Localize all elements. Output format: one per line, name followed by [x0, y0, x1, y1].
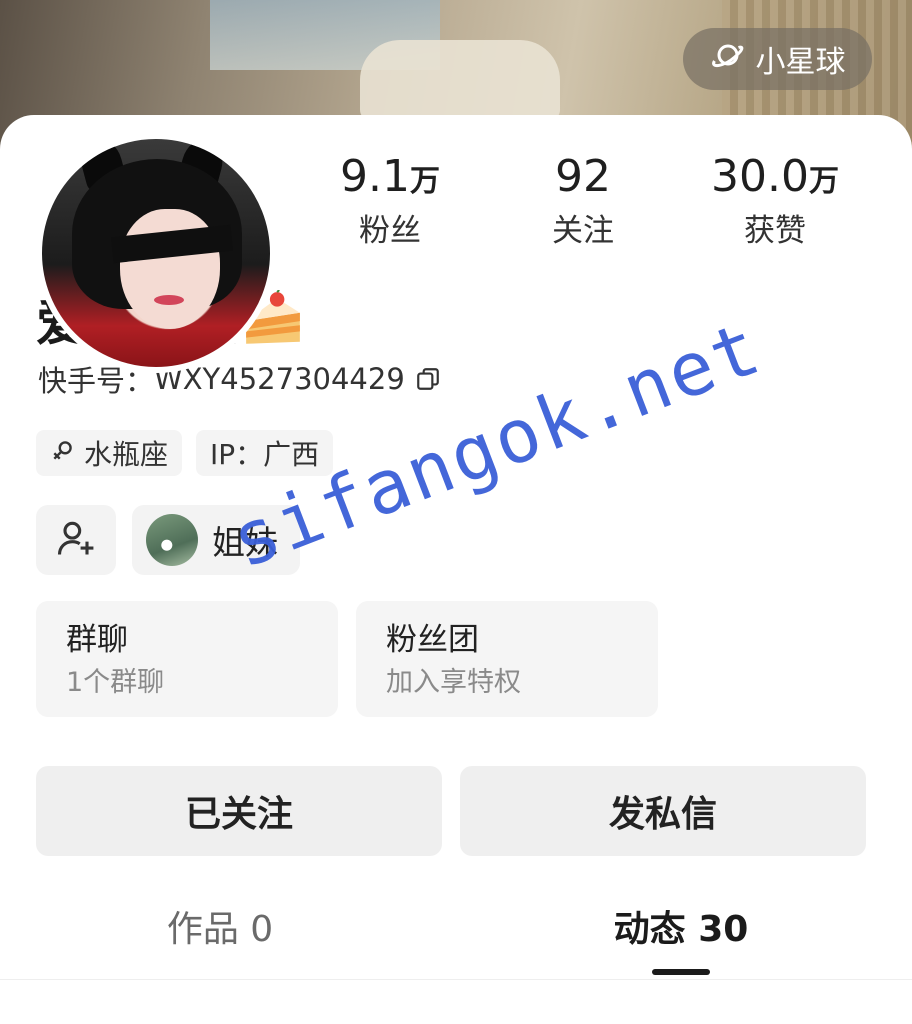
add-friend-button[interactable]: [36, 505, 116, 575]
content-tabs: 作品 0 动态 30: [0, 895, 912, 985]
tag-zodiac: 水瓶座: [36, 430, 183, 476]
fan-club-card[interactable]: 粉丝团 加入享特权: [356, 601, 658, 717]
group-chat-card[interactable]: 群聊 1个群聊: [36, 601, 338, 717]
tabs-divider: [0, 979, 912, 980]
stat-likes[interactable]: 30.0万 获赞: [675, 151, 875, 252]
planet-button[interactable]: 小星球: [683, 28, 872, 90]
stat-following-label: 关注: [552, 213, 614, 249]
feature-cards: 群聊 1个群聊 粉丝团 加入享特权: [36, 601, 658, 717]
female-symbol-icon: [50, 437, 76, 470]
tag-ip-label: IP：广西: [210, 438, 320, 471]
profile-tags: 水瓶座 IP：广西: [36, 430, 334, 476]
fan-club-title: 粉丝团: [386, 622, 479, 658]
group-chat-title: 群聊: [66, 622, 128, 658]
stat-following-value: 92: [555, 151, 611, 202]
profile-stats: 9.1万 粉丝 92 关注 30.0万 获赞: [290, 151, 890, 251]
kuaishou-id: 快手号： WXY4527304429: [38, 358, 441, 400]
group-chat-sub: 1个群聊: [66, 667, 165, 698]
planet-icon: [710, 37, 746, 81]
send-message-button[interactable]: 发私信: [460, 766, 866, 856]
fan-club-sub: 加入享特权: [386, 667, 521, 698]
banner-sofa: [360, 40, 560, 120]
stat-following[interactable]: 92 关注: [483, 151, 683, 252]
active-tab-indicator: [652, 969, 710, 975]
copy-icon[interactable]: [415, 366, 441, 392]
add-user-icon: [54, 516, 98, 564]
tab-moments[interactable]: 动态 30: [531, 905, 831, 955]
relation-avatar: [146, 514, 198, 566]
stat-likes-value: 30.0万: [711, 151, 839, 202]
avatar[interactable]: [36, 133, 276, 373]
stat-likes-label: 获赞: [744, 213, 806, 249]
tab-works[interactable]: 作品 0: [70, 905, 370, 955]
profile-sheet: 9.1万 粉丝 92 关注 30.0万 获赞 爱吃蛋糕 快手号：WXY45273…: [0, 115, 912, 1024]
action-buttons: 已关注 发私信: [36, 766, 866, 856]
stat-fans-value: 9.1万: [340, 151, 440, 202]
stat-fans-label: 粉丝: [359, 213, 421, 249]
tag-zodiac-label: 水瓶座: [84, 438, 169, 471]
stat-fans[interactable]: 9.1万 粉丝: [290, 151, 490, 252]
followed-button[interactable]: 已关注: [36, 766, 442, 856]
avatar-lips: [154, 295, 184, 305]
planet-button-label: 小星球: [755, 45, 846, 80]
